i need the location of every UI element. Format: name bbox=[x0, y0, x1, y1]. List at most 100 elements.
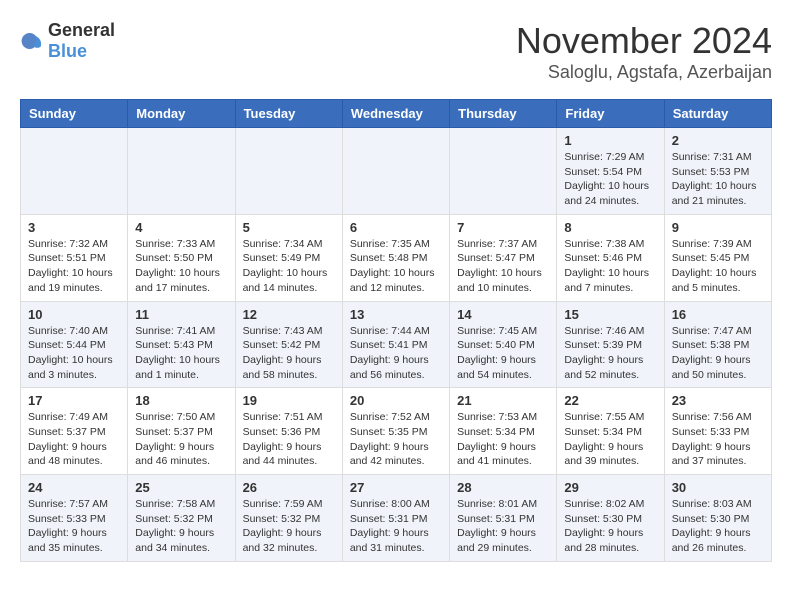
header-thursday: Thursday bbox=[450, 100, 557, 128]
calendar-table: Sunday Monday Tuesday Wednesday Thursday… bbox=[20, 99, 772, 562]
month-title: November 2024 bbox=[516, 20, 772, 62]
day-info: Sunrise: 7:45 AMSunset: 5:40 PMDaylight:… bbox=[457, 324, 549, 383]
header-sunday: Sunday bbox=[21, 100, 128, 128]
table-row bbox=[128, 128, 235, 215]
week-row-5: 24Sunrise: 7:57 AMSunset: 5:33 PMDayligh… bbox=[21, 475, 772, 562]
day-info: Sunrise: 7:47 AMSunset: 5:38 PMDaylight:… bbox=[672, 324, 764, 383]
table-row: 3 Sunrise: 7:32 AMSunset: 5:51 PMDaylight… bbox=[21, 214, 128, 301]
day-number: 13 bbox=[350, 307, 442, 322]
header-friday: Friday bbox=[557, 100, 664, 128]
week-row-1: 1Sunrise: 7:29 AMSunset: 5:54 PMDaylight… bbox=[21, 128, 772, 215]
header-wednesday: Wednesday bbox=[342, 100, 449, 128]
table-row: 5 Sunrise: 7:34 AMSunset: 5:49 PMDaylight… bbox=[235, 214, 342, 301]
table-row: 27 Sunrise: 8:00 AMSunset: 5:31 PMDayligh… bbox=[342, 475, 449, 562]
day-number: 8 bbox=[564, 220, 656, 235]
day-number: 24 bbox=[28, 480, 120, 495]
day-number: 29 bbox=[564, 480, 656, 495]
day-info: Sunrise: 7:58 AMSunset: 5:32 PMDaylight:… bbox=[135, 497, 227, 556]
day-number: 6 bbox=[350, 220, 442, 235]
logo-blue: Blue bbox=[48, 41, 87, 61]
day-number: 25 bbox=[135, 480, 227, 495]
logo-general: General bbox=[48, 20, 115, 40]
table-row: 6Sunrise: 7:35 AMSunset: 5:48 PMDaylight… bbox=[342, 214, 449, 301]
table-row: 19 Sunrise: 7:51 AMSunset: 5:36 PMDayligh… bbox=[235, 388, 342, 475]
day-info: Sunrise: 8:00 AMSunset: 5:31 PMDaylight:… bbox=[350, 497, 442, 556]
table-row: 23 Sunrise: 7:56 AMSunset: 5:33 PMDayligh… bbox=[664, 388, 771, 475]
day-info: Sunrise: 7:46 AMSunset: 5:39 PMDaylight:… bbox=[564, 324, 656, 383]
week-row-4: 17 Sunrise: 7:49 AMSunset: 5:37 PMDayligh… bbox=[21, 388, 772, 475]
day-number: 17 bbox=[28, 393, 120, 408]
table-row: 17 Sunrise: 7:49 AMSunset: 5:37 PMDayligh… bbox=[21, 388, 128, 475]
location-subtitle: Saloglu, Agstafa, Azerbaijan bbox=[516, 62, 772, 83]
day-info: Sunrise: 7:32 AMSunset: 5:51 PMDaylight:… bbox=[28, 237, 120, 296]
table-row: 14 Sunrise: 7:45 AMSunset: 5:40 PMDayligh… bbox=[450, 301, 557, 388]
table-row: 12Sunrise: 7:43 AMSunset: 5:42 PMDayligh… bbox=[235, 301, 342, 388]
logo: General Blue bbox=[20, 20, 115, 62]
day-number: 22 bbox=[564, 393, 656, 408]
day-info: Sunrise: 7:39 AMSunset: 5:45 PMDaylight:… bbox=[672, 237, 764, 296]
day-info: Sunrise: 7:34 AMSunset: 5:49 PMDaylight:… bbox=[243, 237, 335, 296]
day-number: 26 bbox=[243, 480, 335, 495]
day-info: Sunrise: 7:51 AMSunset: 5:36 PMDaylight:… bbox=[243, 410, 335, 469]
table-row: 29 Sunrise: 8:02 AMSunset: 5:30 PMDayligh… bbox=[557, 475, 664, 562]
logo-text: General Blue bbox=[48, 20, 115, 62]
day-number: 9 bbox=[672, 220, 764, 235]
table-row: 9 Sunrise: 7:39 AMSunset: 5:45 PMDaylight… bbox=[664, 214, 771, 301]
day-number: 28 bbox=[457, 480, 549, 495]
table-row: 7 Sunrise: 7:37 AMSunset: 5:47 PMDaylight… bbox=[450, 214, 557, 301]
table-row bbox=[235, 128, 342, 215]
day-number: 3 bbox=[28, 220, 120, 235]
day-number: 10 bbox=[28, 307, 120, 322]
table-row: 20Sunrise: 7:52 AMSunset: 5:35 PMDayligh… bbox=[342, 388, 449, 475]
table-row bbox=[21, 128, 128, 215]
day-number: 30 bbox=[672, 480, 764, 495]
table-row: 22Sunrise: 7:55 AMSunset: 5:34 PMDayligh… bbox=[557, 388, 664, 475]
calendar-header-row: Sunday Monday Tuesday Wednesday Thursday… bbox=[21, 100, 772, 128]
table-row: 24Sunrise: 7:57 AMSunset: 5:33 PMDayligh… bbox=[21, 475, 128, 562]
table-row: 4 Sunrise: 7:33 AMSunset: 5:50 PMDaylight… bbox=[128, 214, 235, 301]
day-number: 5 bbox=[243, 220, 335, 235]
day-info: Sunrise: 8:01 AMSunset: 5:31 PMDaylight:… bbox=[457, 497, 549, 556]
day-info: Sunrise: 8:02 AMSunset: 5:30 PMDaylight:… bbox=[564, 497, 656, 556]
table-row: 11Sunrise: 7:41 AMSunset: 5:43 PMDayligh… bbox=[128, 301, 235, 388]
logo-icon bbox=[20, 29, 44, 53]
table-row: 1Sunrise: 7:29 AMSunset: 5:54 PMDaylight… bbox=[557, 128, 664, 215]
title-section: November 2024 Saloglu, Agstafa, Azerbaij… bbox=[516, 20, 772, 83]
week-row-2: 3 Sunrise: 7:32 AMSunset: 5:51 PMDaylight… bbox=[21, 214, 772, 301]
day-info: Sunrise: 7:44 AMSunset: 5:41 PMDaylight:… bbox=[350, 324, 442, 383]
day-info: Sunrise: 7:49 AMSunset: 5:37 PMDaylight:… bbox=[28, 410, 120, 469]
day-info: Sunrise: 7:40 AMSunset: 5:44 PMDaylight:… bbox=[28, 324, 120, 383]
table-row: 2Sunrise: 7:31 AMSunset: 5:53 PMDaylight… bbox=[664, 128, 771, 215]
day-number: 27 bbox=[350, 480, 442, 495]
table-row: 25 Sunrise: 7:58 AMSunset: 5:32 PMDayligh… bbox=[128, 475, 235, 562]
day-info: Sunrise: 7:50 AMSunset: 5:37 PMDaylight:… bbox=[135, 410, 227, 469]
day-number: 7 bbox=[457, 220, 549, 235]
table-row: 26Sunrise: 7:59 AMSunset: 5:32 PMDayligh… bbox=[235, 475, 342, 562]
day-number: 23 bbox=[672, 393, 764, 408]
table-row: 21Sunrise: 7:53 AMSunset: 5:34 PMDayligh… bbox=[450, 388, 557, 475]
header-saturday: Saturday bbox=[664, 100, 771, 128]
day-number: 4 bbox=[135, 220, 227, 235]
day-info: Sunrise: 7:33 AMSunset: 5:50 PMDaylight:… bbox=[135, 237, 227, 296]
page-header: General Blue November 2024 Saloglu, Agst… bbox=[20, 20, 772, 83]
day-info: Sunrise: 7:37 AMSunset: 5:47 PMDaylight:… bbox=[457, 237, 549, 296]
table-row: 10 Sunrise: 7:40 AMSunset: 5:44 PMDayligh… bbox=[21, 301, 128, 388]
day-info: Sunrise: 7:29 AMSunset: 5:54 PMDaylight:… bbox=[564, 150, 656, 209]
day-number: 14 bbox=[457, 307, 549, 322]
table-row: 28 Sunrise: 8:01 AMSunset: 5:31 PMDayligh… bbox=[450, 475, 557, 562]
table-row bbox=[450, 128, 557, 215]
table-row: 16Sunrise: 7:47 AMSunset: 5:38 PMDayligh… bbox=[664, 301, 771, 388]
week-row-3: 10 Sunrise: 7:40 AMSunset: 5:44 PMDayligh… bbox=[21, 301, 772, 388]
day-number: 19 bbox=[243, 393, 335, 408]
table-row: 30 Sunrise: 8:03 AMSunset: 5:30 PMDayligh… bbox=[664, 475, 771, 562]
day-number: 15 bbox=[564, 307, 656, 322]
table-row bbox=[342, 128, 449, 215]
day-info: Sunrise: 7:31 AMSunset: 5:53 PMDaylight:… bbox=[672, 150, 764, 209]
day-info: Sunrise: 7:53 AMSunset: 5:34 PMDaylight:… bbox=[457, 410, 549, 469]
header-tuesday: Tuesday bbox=[235, 100, 342, 128]
day-info: Sunrise: 7:38 AMSunset: 5:46 PMDaylight:… bbox=[564, 237, 656, 296]
table-row: 15 Sunrise: 7:46 AMSunset: 5:39 PMDayligh… bbox=[557, 301, 664, 388]
day-info: Sunrise: 7:56 AMSunset: 5:33 PMDaylight:… bbox=[672, 410, 764, 469]
day-number: 18 bbox=[135, 393, 227, 408]
day-info: Sunrise: 8:03 AMSunset: 5:30 PMDaylight:… bbox=[672, 497, 764, 556]
